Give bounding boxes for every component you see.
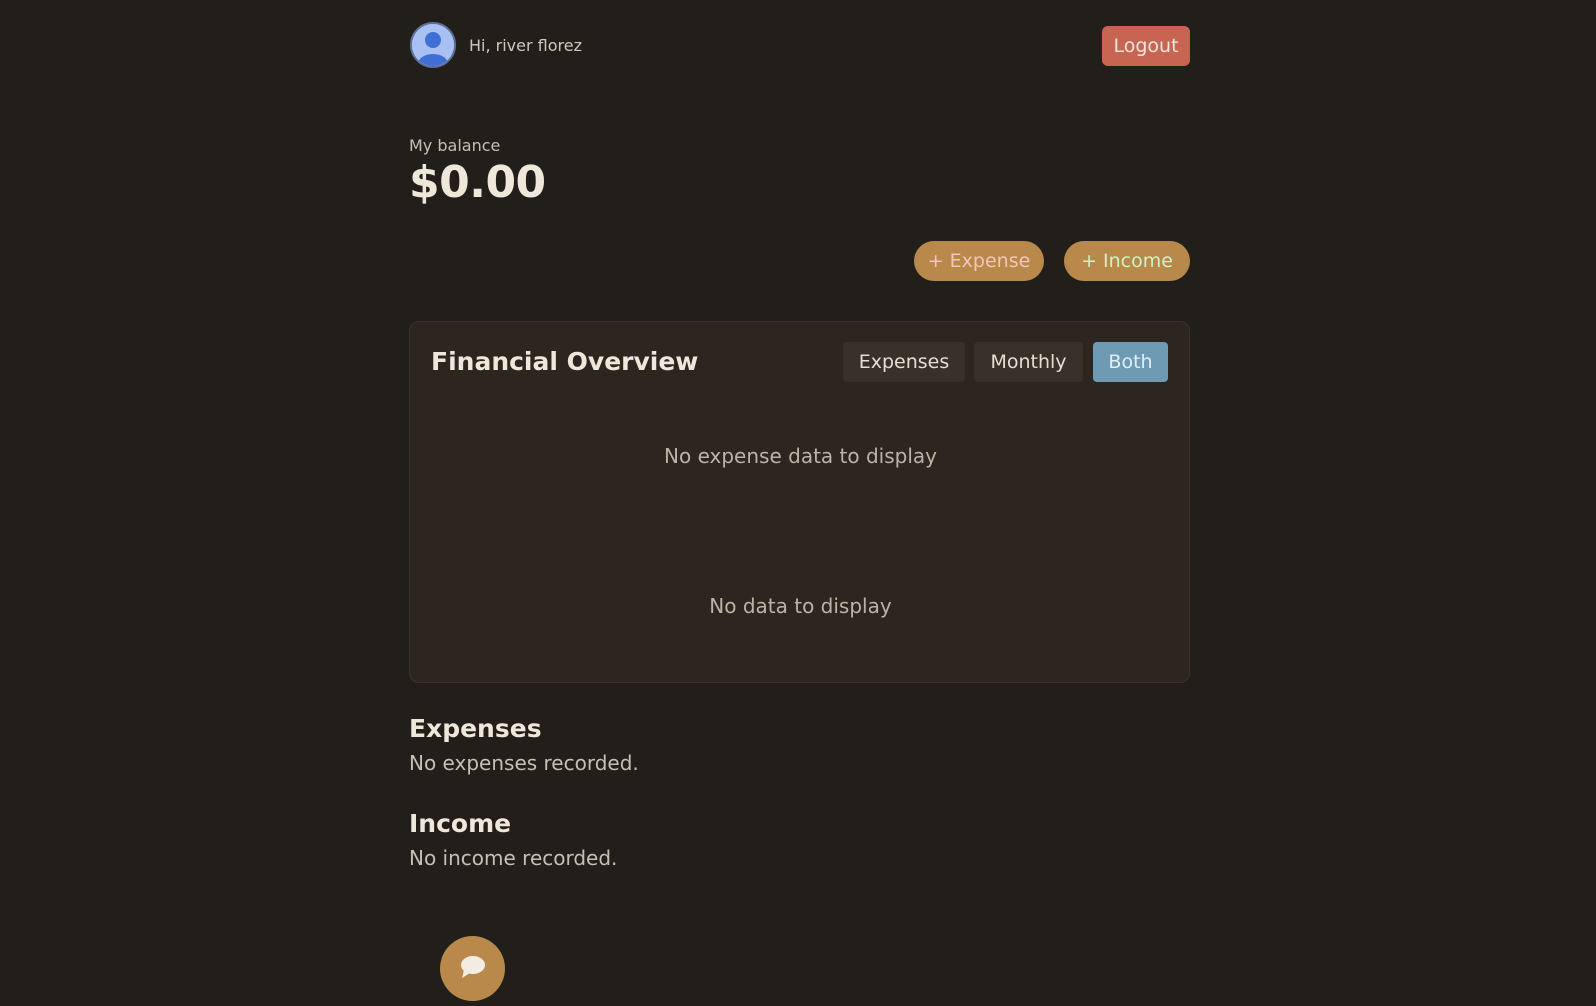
tab-both[interactable]: Both (1093, 342, 1168, 382)
tab-expenses[interactable]: Expenses (843, 342, 965, 382)
header: Hi, river florez Logout (409, 22, 1190, 71)
income-empty-message: No income recorded. (409, 846, 618, 870)
card-title: Financial Overview (431, 347, 699, 376)
add-income-button[interactable]: + Income (1064, 241, 1190, 281)
user-avatar-icon[interactable] (410, 22, 456, 68)
balance-value: $0.00 (409, 157, 546, 208)
financial-overview-card: Financial Overview Expenses Monthly Both… (409, 321, 1190, 683)
logout-button[interactable]: Logout (1102, 26, 1190, 66)
expense-chart-empty-message: No expense data to display (664, 444, 937, 468)
chat-button[interactable] (440, 936, 505, 1001)
chat-bubble-icon (459, 954, 487, 983)
add-expense-button[interactable]: + Expense (914, 241, 1044, 281)
expenses-heading: Expenses (409, 714, 542, 743)
tab-monthly[interactable]: Monthly (974, 342, 1083, 382)
income-heading: Income (409, 809, 512, 838)
expenses-empty-message: No expenses recorded. (409, 751, 639, 775)
balance-label: My balance (409, 136, 501, 155)
greeting-text: Hi, river florez (469, 36, 582, 55)
chart-empty-message: No data to display (709, 594, 892, 618)
